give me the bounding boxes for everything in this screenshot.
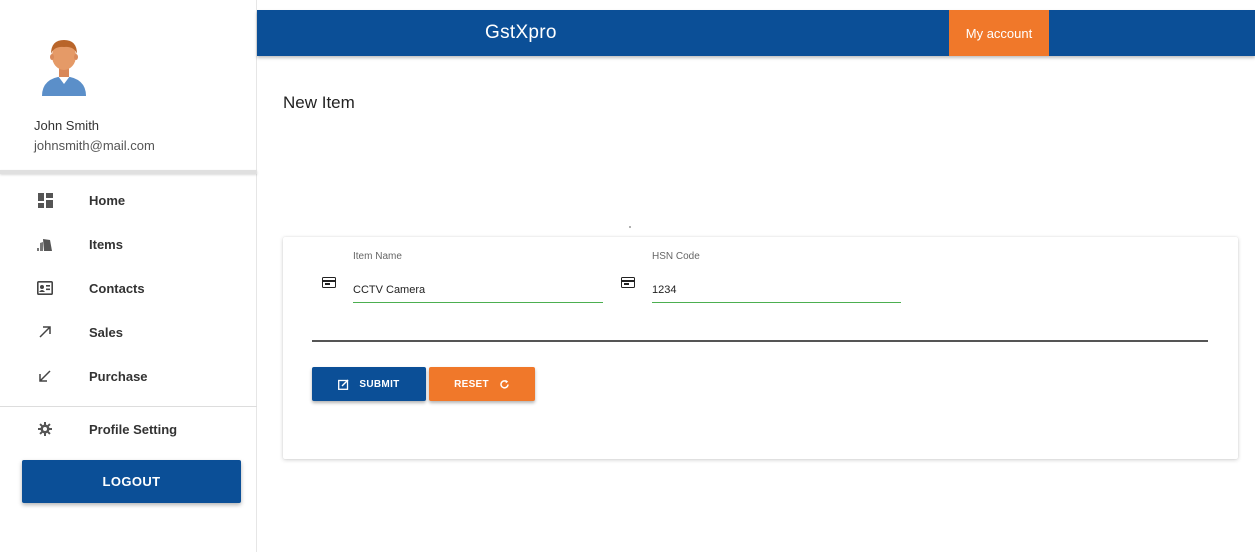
hsn-code-label: HSN Code: [652, 251, 700, 262]
app-title: GstXpro: [485, 22, 557, 43]
arrow-down-left-icon: [37, 368, 53, 384]
user-email: johnsmith@mail.com: [34, 138, 155, 153]
input-field-icon: [621, 277, 635, 288]
sidebar-item-contacts[interactable]: Contacts: [0, 266, 257, 310]
sidebar-item-label: Purchase: [89, 368, 148, 384]
sidebar-item-label: Items: [89, 236, 123, 252]
sidebar-item-home[interactable]: Home: [0, 178, 257, 222]
dashboard-icon: [37, 192, 53, 208]
sidebar-item-purchase[interactable]: Purchase: [0, 354, 257, 398]
sidebar: John Smith johnsmith@mail.com Home Items…: [0, 0, 257, 552]
user-name: John Smith: [34, 118, 100, 133]
submit-button[interactable]: SUBMIT: [312, 367, 426, 401]
avatar: [38, 34, 90, 96]
profile-divider: [0, 170, 257, 174]
page-title: New Item: [283, 93, 355, 112]
top-bar: GstXpro My account: [257, 10, 1255, 56]
sidebar-item-label: Profile Setting: [89, 421, 178, 437]
sidebar-item-profile-setting[interactable]: Profile Setting: [0, 408, 257, 450]
sidebar-item-label: Sales: [89, 324, 123, 340]
hsn-code-input[interactable]: [652, 281, 901, 303]
logout-button[interactable]: LOGOUT: [22, 460, 241, 503]
input-field-icon: [322, 277, 336, 288]
reset-button-label: RESET: [454, 378, 489, 390]
items-icon: [37, 236, 53, 252]
reset-button[interactable]: RESET: [429, 367, 535, 401]
my-account-button[interactable]: My account: [949, 10, 1049, 56]
new-item-form-card: Item Name HSN Code SUBMIT RESET: [283, 237, 1238, 459]
sidebar-item-label: Contacts: [89, 280, 145, 296]
decorative-dot: [629, 226, 631, 228]
submit-button-label: SUBMIT: [359, 378, 400, 390]
sidebar-item-label: Home: [89, 192, 126, 208]
sidebar-nav: Home Items Contacts Sales Purchase: [0, 178, 257, 398]
item-name-label: Item Name: [353, 251, 402, 262]
form-divider: [312, 340, 1208, 342]
item-name-input[interactable]: [353, 281, 603, 303]
sidebar-item-sales[interactable]: Sales: [0, 310, 257, 354]
contact-card-icon: [37, 280, 53, 296]
nav-divider: [0, 406, 257, 407]
sidebar-item-items[interactable]: Items: [0, 222, 257, 266]
edit-icon: [338, 379, 349, 390]
gear-icon: [37, 421, 53, 437]
refresh-icon: [499, 379, 510, 390]
arrow-up-right-icon: [37, 324, 53, 340]
